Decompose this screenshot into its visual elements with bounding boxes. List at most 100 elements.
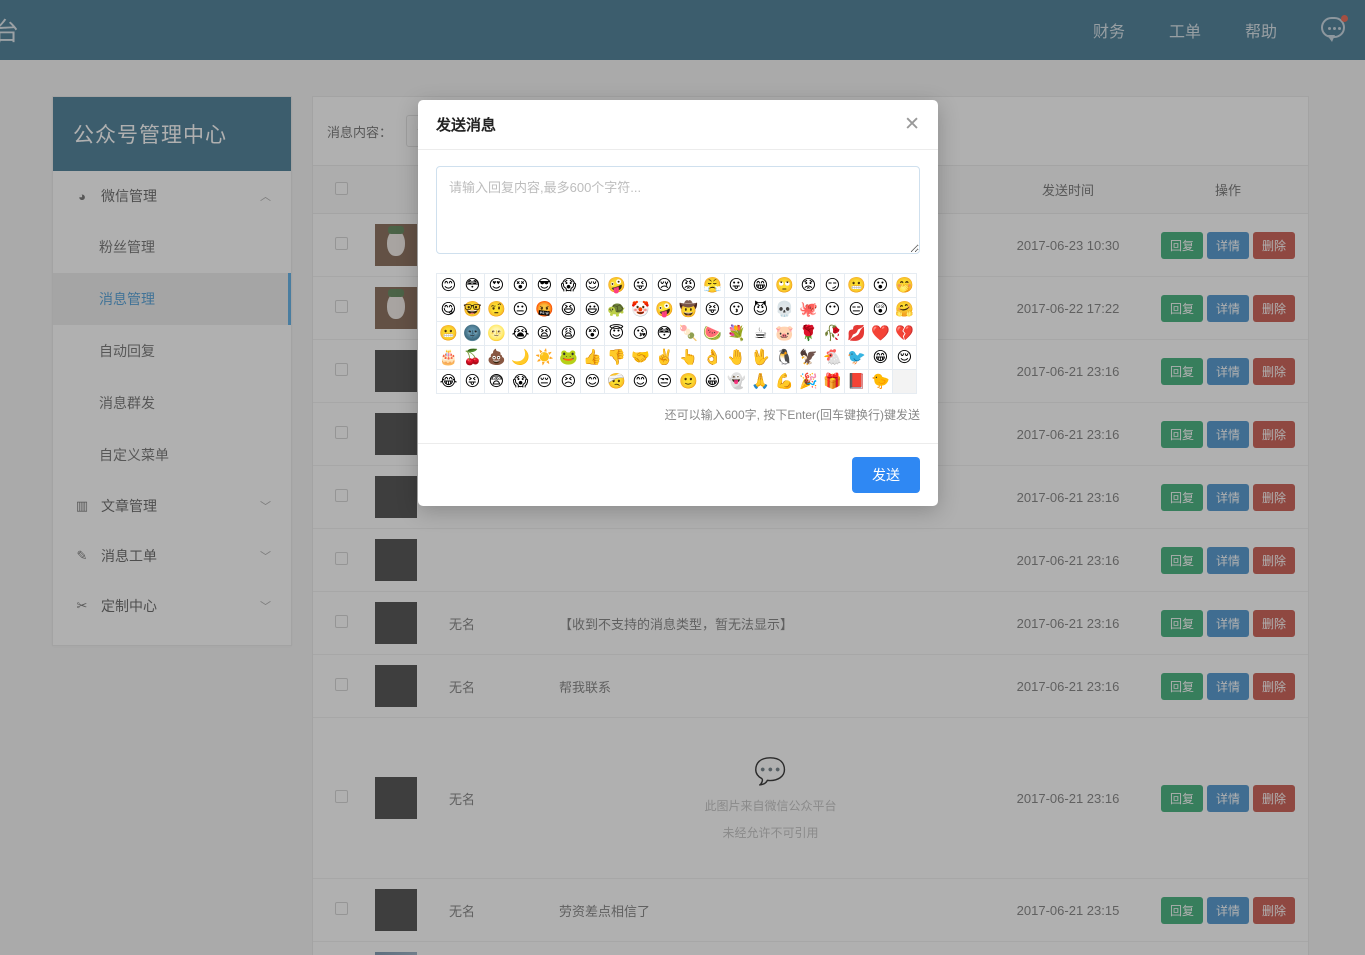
reply-textarea[interactable] bbox=[436, 166, 920, 254]
emoji-cell[interactable]: 😫 bbox=[533, 322, 557, 346]
emoji-cell[interactable]: 🤝 bbox=[629, 346, 653, 370]
emoji-cell[interactable]: 💀 bbox=[773, 298, 797, 322]
emoji-cell[interactable]: 😊 bbox=[437, 274, 461, 298]
emoji-cell[interactable]: 🐔 bbox=[821, 346, 845, 370]
emoji-cell[interactable]: 💩 bbox=[485, 346, 509, 370]
emoji-cell[interactable]: 😋 bbox=[437, 298, 461, 322]
emoji-cell[interactable]: ✌️ bbox=[653, 346, 677, 370]
emoji-cell[interactable]: 😭 bbox=[509, 322, 533, 346]
emoji-cell[interactable]: 👆 bbox=[677, 346, 701, 370]
emoji-cell[interactable]: 💋 bbox=[845, 322, 869, 346]
emoji-cell[interactable]: 💐 bbox=[725, 322, 749, 346]
emoji-cell[interactable]: 😡 bbox=[677, 274, 701, 298]
emoji-cell[interactable]: 😢 bbox=[653, 274, 677, 298]
emoji-cell[interactable]: 😈 bbox=[749, 298, 773, 322]
emoji-cell[interactable]: 😁 bbox=[869, 346, 893, 370]
emoji-cell[interactable]: 👎 bbox=[605, 346, 629, 370]
close-icon[interactable]: ✕ bbox=[904, 115, 920, 134]
emoji-cell[interactable]: 🎁 bbox=[821, 370, 845, 394]
emoji-cell[interactable]: 😱 bbox=[509, 370, 533, 394]
emoji-cell[interactable]: ☀️ bbox=[533, 346, 557, 370]
emoji-cell[interactable]: 🐦 bbox=[845, 346, 869, 370]
emoji-cell[interactable]: 😳 bbox=[461, 274, 485, 298]
emoji-cell[interactable]: 🐸 bbox=[557, 346, 581, 370]
emoji-cell[interactable]: 🖖 bbox=[749, 346, 773, 370]
emoji-cell[interactable]: 🤓 bbox=[461, 298, 485, 322]
emoji-cell[interactable]: 🌙 bbox=[509, 346, 533, 370]
emoji-cell[interactable]: 🐤 bbox=[869, 370, 893, 394]
emoji-cell[interactable]: 🤪 bbox=[653, 298, 677, 322]
emoji-cell[interactable]: 😤 bbox=[701, 274, 725, 298]
emoji-cell[interactable]: 😊 bbox=[581, 370, 605, 394]
emoji-cell[interactable]: 😒 bbox=[653, 370, 677, 394]
emoji-cell[interactable]: 😃 bbox=[581, 298, 605, 322]
emoji-cell[interactable]: 🐙 bbox=[797, 298, 821, 322]
emoji-cell[interactable]: 🤕 bbox=[605, 370, 629, 394]
emoji-cell[interactable]: 😗 bbox=[725, 298, 749, 322]
emoji-cell[interactable]: 😬 bbox=[845, 274, 869, 298]
emoji-cell[interactable]: 😆 bbox=[557, 298, 581, 322]
emoji-cell[interactable]: 🤪 bbox=[605, 274, 629, 298]
emoji-cell[interactable]: 🦅 bbox=[797, 346, 821, 370]
emoji-cell[interactable]: 🤠 bbox=[677, 298, 701, 322]
send-button[interactable]: 发送 bbox=[852, 457, 920, 493]
emoji-cell[interactable]: 📕 bbox=[845, 370, 869, 394]
emoji-cell[interactable]: 👌 bbox=[701, 346, 725, 370]
emoji-cell[interactable]: 😔 bbox=[533, 370, 557, 394]
emoji-cell[interactable]: 🙏 bbox=[749, 370, 773, 394]
emoji-cell[interactable]: 😶 bbox=[821, 298, 845, 322]
emoji-cell[interactable]: 🐷 bbox=[773, 322, 797, 346]
emoji-cell[interactable]: 🍡 bbox=[677, 322, 701, 346]
emoji-cell[interactable]: 😟 bbox=[797, 274, 821, 298]
emoji-cell[interactable]: ❤️ bbox=[869, 322, 893, 346]
emoji-cell[interactable]: 😮 bbox=[869, 274, 893, 298]
emoji-cell[interactable]: 😵 bbox=[581, 322, 605, 346]
emoji-cell[interactable]: 🍉 bbox=[701, 322, 725, 346]
emoji-cell[interactable]: 😌 bbox=[581, 274, 605, 298]
emoji-cell[interactable]: 😏 bbox=[821, 274, 845, 298]
emoji-cell[interactable]: 🤭 bbox=[893, 274, 917, 298]
emoji-cell[interactable]: 🎂 bbox=[437, 346, 461, 370]
emoji-cell[interactable]: 🍒 bbox=[461, 346, 485, 370]
emoji-cell[interactable]: 🙄 bbox=[773, 274, 797, 298]
emoji-cell[interactable]: 😵 bbox=[509, 274, 533, 298]
emoji-cell[interactable]: 😩 bbox=[557, 322, 581, 346]
emoji-cell[interactable]: 🐢 bbox=[605, 298, 629, 322]
emoji-cell[interactable]: 🌚 bbox=[461, 322, 485, 346]
emoji-cell[interactable]: 😝 bbox=[461, 370, 485, 394]
emoji-cell[interactable]: 😍 bbox=[485, 274, 509, 298]
emoji-cell[interactable]: 😘 bbox=[629, 322, 653, 346]
emoji-cell[interactable]: 😲 bbox=[869, 298, 893, 322]
emoji-cell[interactable]: 😝 bbox=[701, 298, 725, 322]
emoji-cell[interactable]: 😬 bbox=[437, 322, 461, 346]
emoji-cell[interactable]: 😨 bbox=[485, 370, 509, 394]
emoji-cell[interactable]: 🤗 bbox=[893, 298, 917, 322]
emoji-cell[interactable]: 👻 bbox=[725, 370, 749, 394]
emoji-cell[interactable]: 🤡 bbox=[629, 298, 653, 322]
emoji-cell[interactable]: ☕ bbox=[749, 322, 773, 346]
emoji-cell[interactable]: 😎 bbox=[533, 274, 557, 298]
emoji-cell[interactable]: 😜 bbox=[629, 274, 653, 298]
emoji-cell[interactable]: 😐 bbox=[509, 298, 533, 322]
emoji-cell[interactable]: 💔 bbox=[893, 322, 917, 346]
emoji-cell[interactable]: 😇 bbox=[605, 322, 629, 346]
emoji-cell[interactable]: 😊 bbox=[629, 370, 653, 394]
emoji-cell[interactable]: 🎉 bbox=[797, 370, 821, 394]
emoji-cell[interactable]: 😱 bbox=[557, 274, 581, 298]
emoji-cell[interactable]: 😀 bbox=[701, 370, 725, 394]
emoji-cell[interactable]: 🤚 bbox=[725, 346, 749, 370]
emoji-cell[interactable]: 🤬 bbox=[533, 298, 557, 322]
emoji-cell[interactable]: 🥀 bbox=[821, 322, 845, 346]
emoji-cell[interactable]: 🐧 bbox=[773, 346, 797, 370]
emoji-cell[interactable]: 🌝 bbox=[485, 322, 509, 346]
emoji-cell[interactable]: 🤨 bbox=[485, 298, 509, 322]
emoji-cell[interactable]: 👍 bbox=[581, 346, 605, 370]
emoji-cell[interactable]: 😳 bbox=[653, 322, 677, 346]
emoji-cell[interactable]: 😛 bbox=[725, 274, 749, 298]
emoji-cell[interactable]: 🌹 bbox=[797, 322, 821, 346]
emoji-cell[interactable]: 💪 bbox=[773, 370, 797, 394]
emoji-cell[interactable]: 😌 bbox=[893, 346, 917, 370]
emoji-cell[interactable]: 😂 bbox=[437, 370, 461, 394]
emoji-cell[interactable]: 😁 bbox=[749, 274, 773, 298]
emoji-picker-grid[interactable]: 😊 😳 😍 😵 😎 😱 😌 🤪 😜 😢 😡 😤 😛 😁 🙄 😟 😏 😬 😮 🤭 😋 🤓 🤨 😐 🤬 😆 😃 🐢 🤡 🤪 🤠 😝 😗 😈 💀 🐙 😶 😑 😲 🤗… bbox=[436, 273, 917, 394]
